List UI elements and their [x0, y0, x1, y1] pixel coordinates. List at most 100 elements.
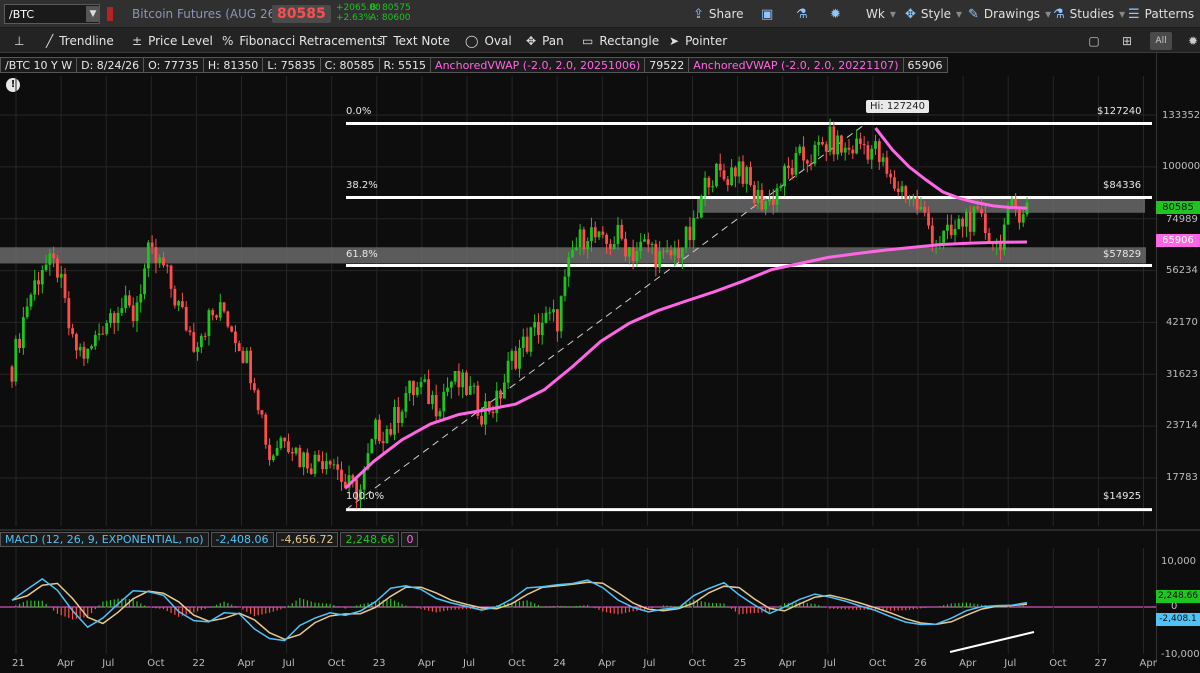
chart-settings-button[interactable]: ✹ [1182, 32, 1200, 50]
candle-body [635, 251, 639, 262]
candle-body [631, 247, 635, 262]
candle-body [942, 230, 946, 243]
candle-body [680, 247, 684, 259]
settings-button[interactable]: ✹ [830, 5, 841, 23]
candle-body [627, 247, 631, 257]
candle-body [703, 177, 707, 197]
candle-body [188, 330, 192, 333]
pan-tool[interactable]: ✥ Pan [526, 32, 564, 49]
pin-button[interactable]: ⊥ [14, 32, 24, 49]
candle-body [927, 212, 930, 226]
candle-body [961, 218, 965, 227]
candle-body [446, 387, 449, 392]
fibonacci-tool[interactable]: % Fibonacci Retracements [222, 32, 383, 49]
candle-body [813, 144, 817, 164]
candle-body [52, 253, 56, 259]
pointer-icon: ➤ [669, 33, 680, 48]
studies-button[interactable]: ⚗ Studies ▾ [1053, 5, 1125, 23]
candle-body [555, 309, 559, 332]
price-axis-label: 74989 [1166, 214, 1198, 225]
grid-layout-button[interactable]: ⊞ [1116, 32, 1138, 50]
candle-body [385, 429, 389, 443]
candle-body [44, 264, 48, 270]
candle-body [430, 395, 434, 405]
candle-body [207, 310, 211, 336]
pointer-tool[interactable]: ➤ Pointer [669, 32, 727, 49]
candle-body [252, 383, 256, 391]
time-axis-label: Jul [102, 658, 115, 669]
square-icon: ▢ [1088, 34, 1100, 48]
single-layout-button[interactable]: ▢ [1083, 32, 1105, 50]
macd-diff-tag: 2,248.66 [1156, 590, 1200, 603]
symbol-dropdown-icon[interactable]: ▼ [86, 6, 100, 22]
price-axis-label: 31623 [1166, 369, 1198, 380]
candle-body [779, 186, 783, 189]
candle-body [56, 258, 59, 278]
style-button[interactable]: ✥ Style ▾ [905, 5, 962, 23]
bar-date: D: 8/24/26 [76, 57, 145, 73]
timeframe-button[interactable]: Wk ▾ [866, 5, 896, 23]
candle-body [756, 190, 760, 203]
candle-body [654, 243, 658, 268]
candle-body [283, 437, 287, 442]
candle-body [972, 206, 976, 232]
candle-body [529, 327, 533, 352]
price-level-tool[interactable]: ± Price Level [132, 32, 213, 49]
candle-body [184, 307, 188, 331]
candle-body [620, 224, 624, 239]
candle-body [548, 312, 552, 314]
time-axis[interactable]: 21 Apr Jul Oct 22 Apr Jul Oct 23 Apr Jul Oct 24 Apr Ju… [0, 656, 1157, 673]
candle-body [389, 429, 393, 435]
rectangle-tool[interactable]: ▭ Rectangle [582, 32, 659, 49]
candle-body [824, 144, 828, 152]
candle-body [1010, 198, 1014, 206]
timeframe-label: Wk [866, 7, 885, 21]
flag-icon[interactable] [107, 7, 113, 21]
price-axis[interactable]: 133352 100000 74989 56234 42170 31623 23… [1156, 53, 1200, 663]
candle-body [798, 146, 802, 154]
candle-body [923, 206, 927, 213]
candle-body [423, 379, 427, 382]
candle-body [29, 294, 33, 307]
fib-100-label: 100.0% [346, 491, 385, 502]
candle-body [582, 229, 586, 250]
pin-icon: ⊥ [14, 33, 25, 48]
candle-body [726, 179, 730, 186]
trendline-tool[interactable]: ╱ Trendline [46, 32, 114, 49]
vwap1-value: 79522 [644, 57, 690, 73]
candle-body [889, 173, 893, 178]
candle-body [154, 247, 158, 263]
candle-body [1002, 224, 1006, 251]
flask-button[interactable]: ⚗ [796, 5, 808, 23]
vwap2-label: AnchoredVWAP (-2.0, 2.0, 20221107) [688, 57, 904, 73]
oval-tool[interactable]: ◯ Oval [465, 32, 512, 49]
candle-body [980, 208, 983, 214]
price-chart[interactable] [0, 76, 1156, 526]
candle-body [514, 350, 518, 369]
rectangle-icon: ▭ [582, 33, 594, 48]
candle-body [472, 385, 476, 387]
candle-body [268, 444, 271, 461]
candle-body [722, 170, 726, 180]
text-note-tool[interactable]: T Text Note [380, 32, 450, 49]
candle-body [230, 326, 234, 332]
panel-divider[interactable] [0, 529, 1200, 531]
all-layout-button[interactable]: All [1150, 32, 1172, 50]
candle-body [506, 360, 510, 383]
candle-body [525, 336, 529, 352]
candle-body [510, 350, 514, 361]
share-label: Share [708, 7, 744, 21]
drawings-button[interactable]: ✎ Drawings ▾ [968, 5, 1051, 23]
candle-body [646, 239, 650, 245]
candle-body [673, 248, 677, 256]
vwap1-label: AnchoredVWAP (-2.0, 2.0, 20251006) [430, 57, 646, 73]
candle-body [112, 313, 116, 323]
bid-price: B: 80575 [370, 3, 411, 13]
patterns-button[interactable]: ☰ Patterns [1128, 5, 1194, 23]
snapshot-button[interactable]: ▣ [761, 5, 773, 23]
candle-body [786, 165, 790, 169]
share-button[interactable]: ⇪ Share [693, 5, 744, 23]
macd-chart[interactable] [0, 548, 1156, 654]
candle-body [624, 238, 627, 257]
fibonacci-label: Fibonacci Retracements [239, 33, 383, 48]
